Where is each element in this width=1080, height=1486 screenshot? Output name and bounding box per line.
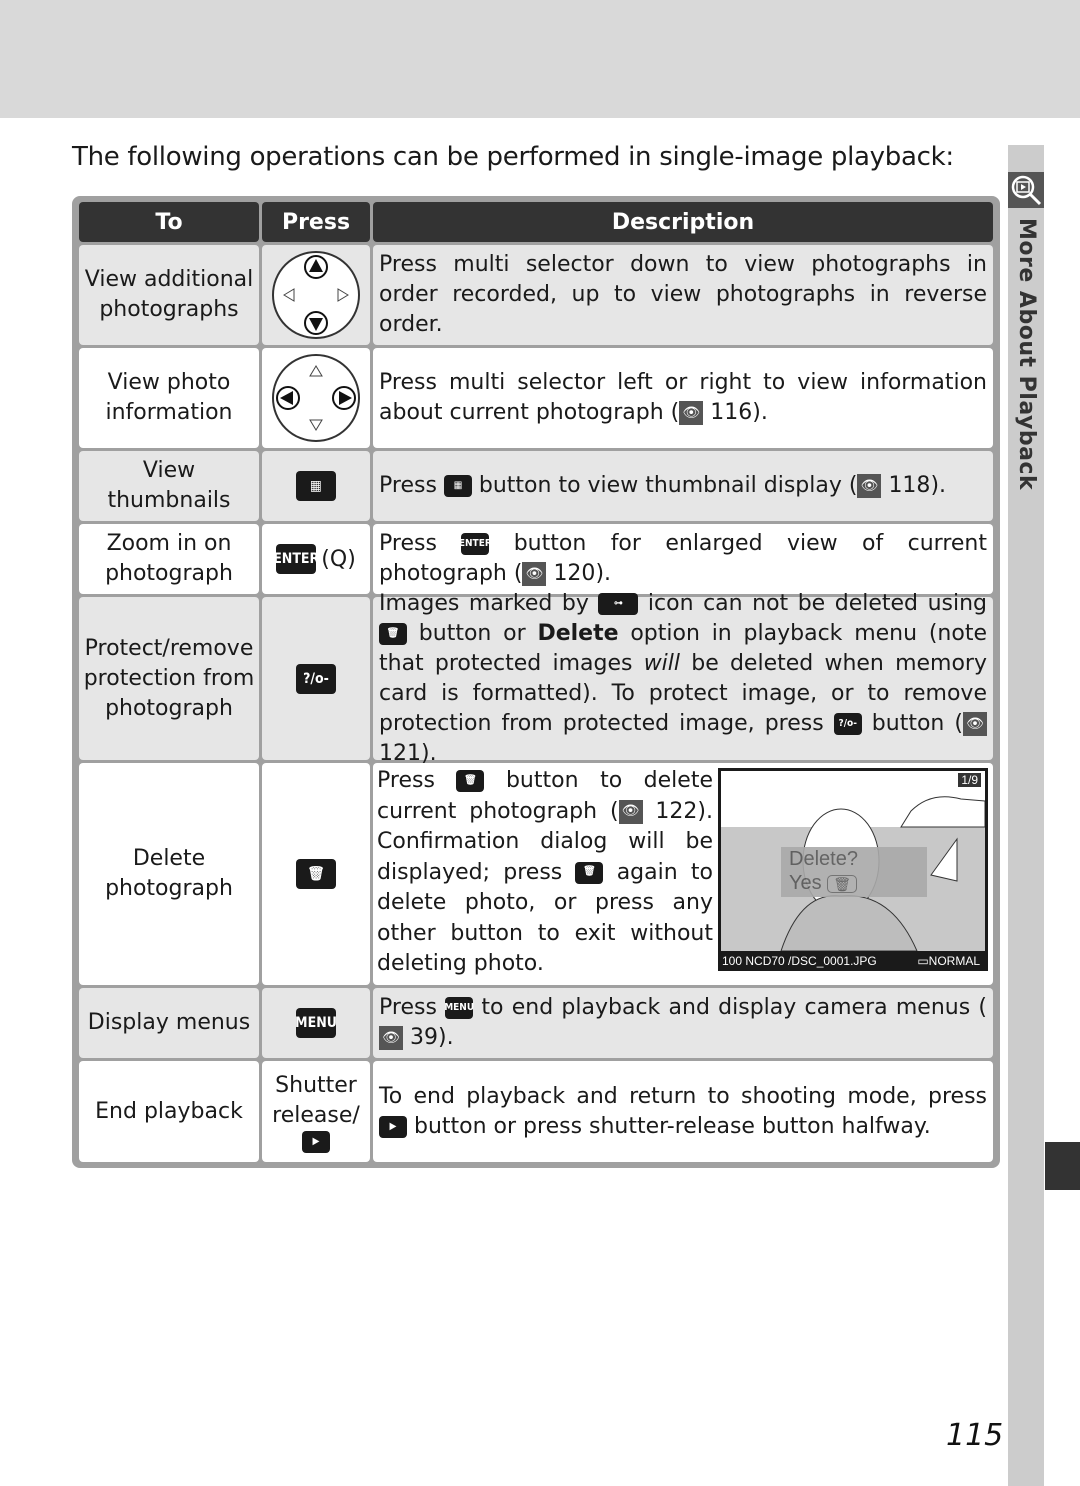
thumbnail-button-icon: ▦ — [443, 475, 472, 497]
row-to: View additional photographs — [79, 245, 259, 345]
page-reference-icon: 👁 — [679, 401, 704, 425]
trash-button-icon: 🗑 — [262, 763, 370, 985]
protect-button-icon: ?/o- — [296, 663, 336, 694]
header-description: Description — [373, 202, 993, 242]
row-to: End playback — [79, 1061, 259, 1162]
page-number: 115 — [946, 1418, 1004, 1453]
row-description: Press multi selector left or right to vi… — [373, 348, 993, 448]
page-ref: 118 — [888, 473, 931, 498]
page-reference-icon: 👁 — [857, 474, 882, 498]
enter-button-icon: ENTER — [273, 544, 319, 574]
row-description: Press ENTER button for enlarged view of … — [373, 524, 993, 594]
sample-photo: 1/9 Delete? Yes 🗑 — [721, 771, 985, 951]
playback-button-icon: ▶ — [379, 1115, 407, 1138]
trash-button-icon: 🗑 — [575, 861, 604, 884]
header-press: Press — [262, 202, 370, 242]
menu-button-cell: MENU — [262, 988, 370, 1058]
menu-button-icon: MENU — [444, 997, 474, 1019]
row-to: Protect/remove protection from photograp… — [79, 597, 259, 760]
row-to: Display menus — [79, 988, 259, 1058]
row-to: Zoom in on photograph — [79, 524, 259, 594]
image-counter: 1/9 — [958, 773, 981, 787]
row-description: To end playback and return to shooting m… — [373, 1061, 993, 1162]
section-tab-marker — [1045, 1142, 1080, 1190]
page-ref: 120 — [553, 561, 596, 586]
page-ref: 116 — [710, 400, 753, 425]
row-description: Press multi selector down to view photog… — [373, 245, 993, 345]
image-quality: ▭NORMAL — [917, 954, 980, 968]
thumbnail-button-icon: ▦ — [262, 451, 370, 521]
section-tab-label: More About Playback — [1014, 218, 1039, 491]
playback-magnifier-icon — [1008, 172, 1044, 208]
protected-key-icon: ⊶ — [598, 592, 639, 615]
menu-button-icon: MENU — [295, 1008, 337, 1038]
protect-button-cell: ?/o- — [262, 597, 370, 760]
trash-button-icon: 🗑 — [379, 622, 407, 645]
page-reference-icon: 👁 — [379, 1026, 403, 1050]
row-to: Delete photograph — [79, 763, 259, 985]
delete-confirmation-screen: 1/9 Delete? Yes 🗑 100 NCD70 /DSC_0001.JP… — [718, 768, 988, 971]
page-ref: 121 — [379, 740, 421, 766]
top-band — [0, 0, 1080, 118]
trash-button-icon: 🗑 — [456, 770, 485, 792]
page-reference-icon: 👁 — [522, 562, 547, 586]
multi-selector-left-right-icon — [262, 348, 370, 448]
multi-selector-up-down-icon — [262, 245, 370, 345]
enter-button-icon: ENTER — [459, 533, 492, 555]
zoom-icon: (Q) — [321, 546, 356, 572]
playback-button-icon: ▶ — [302, 1130, 330, 1153]
page-reference-icon: 👁 — [963, 711, 987, 736]
page-ref: 122 — [655, 798, 698, 824]
trash-icon: 🗑 — [827, 875, 857, 893]
row-to: View photo information — [79, 348, 259, 448]
enter-button-cell: ENTER (Q) — [262, 524, 370, 594]
header-to: To — [79, 202, 259, 242]
row-to: View thumbnails — [79, 451, 259, 521]
row-description: Press 🗑 button to delete current photogr… — [377, 768, 713, 976]
intro-text: The following operations can be performe… — [72, 142, 954, 172]
page-ref: 39 — [410, 1025, 438, 1050]
delete-dialog: Delete? Yes 🗑 — [781, 847, 927, 897]
file-name: 100 NCD70 /DSC_0001.JPG — [722, 954, 877, 968]
shutter-playback-cell: Shutter release/ ▶ — [262, 1061, 370, 1162]
page-reference-icon: 👁 — [618, 799, 643, 824]
protect-button-icon: ?/o- — [833, 712, 862, 735]
row-description: Press MENU to end playback and display c… — [373, 988, 993, 1058]
photo-caption: 100 NCD70 /DSC_0001.JPG ▭NORMAL — [718, 951, 988, 971]
row-description: Images marked by ⊶ icon can not be delet… — [373, 591, 993, 766]
row-description: Press ▦ button to view thumbnail display… — [373, 451, 993, 521]
